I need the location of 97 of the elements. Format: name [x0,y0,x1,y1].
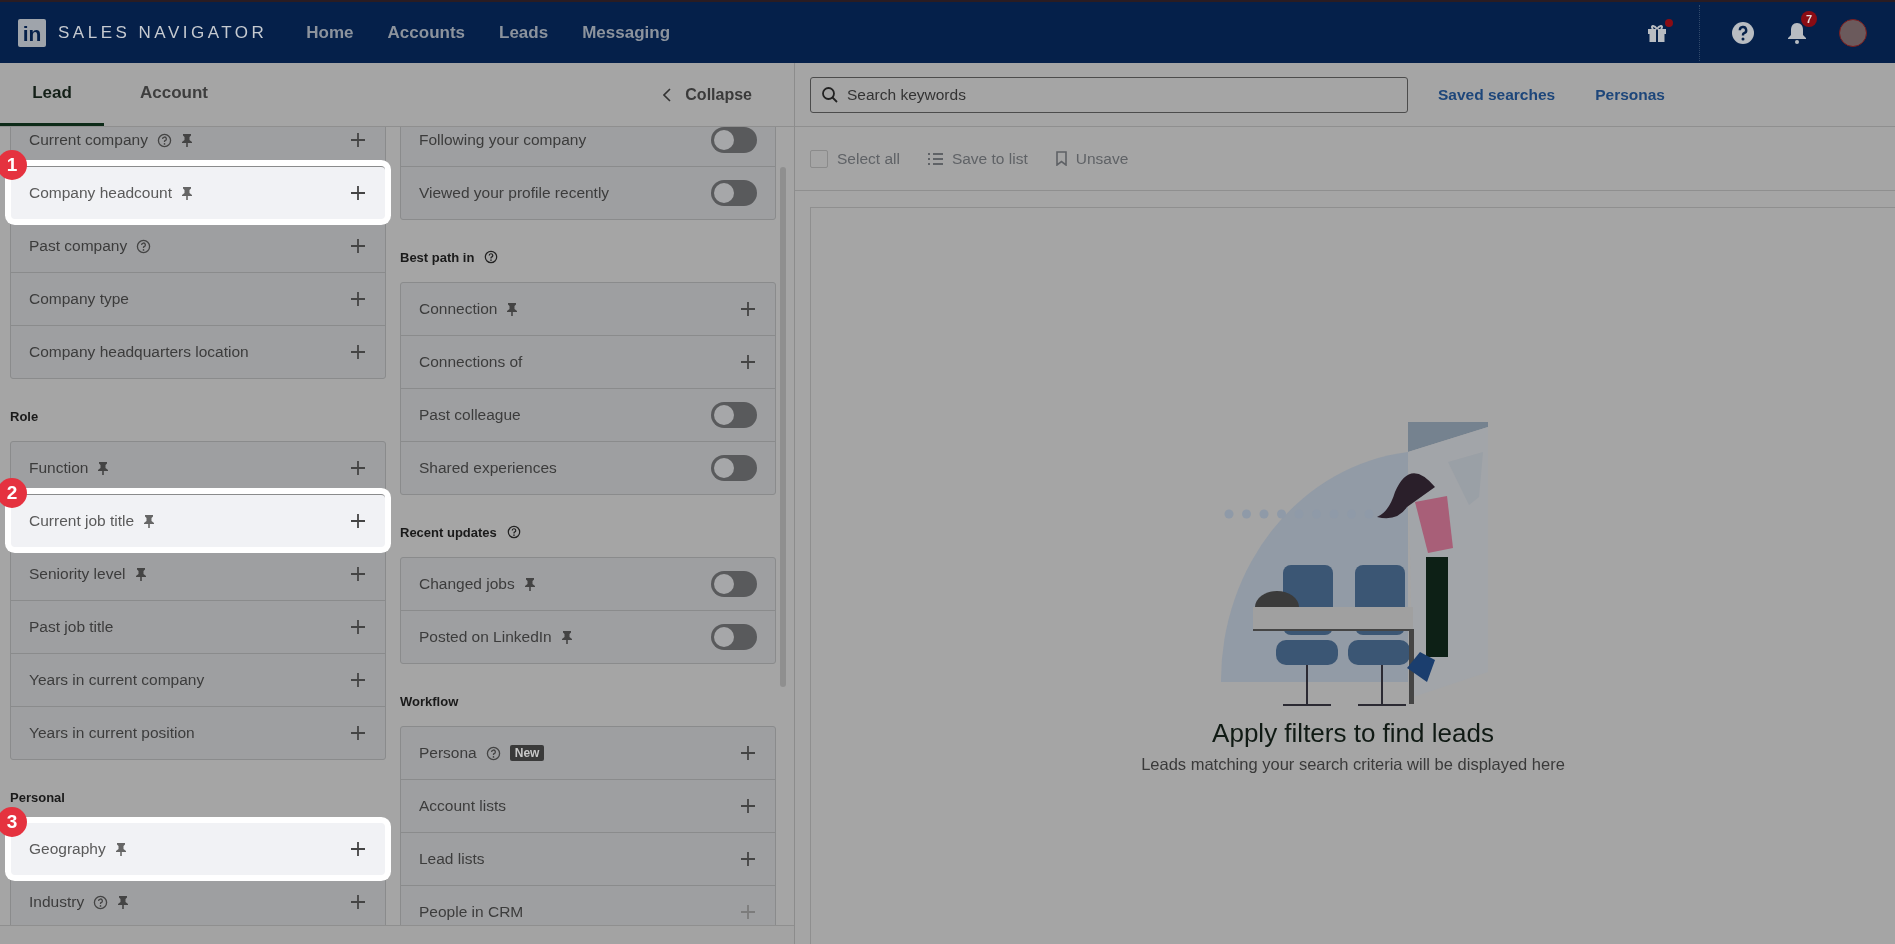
plus-button[interactable] [739,797,757,815]
step-number-badge: 3 [0,807,27,837]
filter-label: Posted on LinkedIn [419,628,552,646]
filter-label: Persona [419,744,477,762]
filter-row[interactable]: Posted on LinkedIn [401,610,775,663]
filter-row[interactable]: Connection [401,283,775,335]
section-heading: Workflow [400,693,459,709]
filter-row[interactable]: Past job title [11,600,385,653]
search-icon [821,85,839,104]
plus-button[interactable] [739,300,757,318]
plus-button[interactable] [349,565,367,583]
filter-row[interactable]: Connections of [401,335,775,388]
toggle-switch[interactable] [711,127,757,153]
filter-label: Viewed your profile recently [419,184,610,202]
nav-link[interactable]: Messaging [582,22,671,43]
filter-label: Company headquarters location [29,343,249,361]
filter-label: Past company [29,237,128,255]
plus-button[interactable] [349,512,367,530]
step-number-badge: 2 [0,478,27,508]
filter-label: Connections of [419,353,523,371]
filter-row[interactable]: Viewed your profile recently [401,166,775,219]
filter-label: Following your company [419,131,587,149]
section-heading: Recent updates [400,524,497,540]
plus-button[interactable] [739,744,757,762]
filter-label: Lead lists [419,850,485,868]
plus-button[interactable] [349,343,367,361]
filter-row[interactable]: Past colleague [401,388,775,441]
toggle-switch[interactable] [711,180,757,206]
filter-label: Years in current company [29,671,205,689]
filter-label: Current job title [29,512,135,530]
filter-tab[interactable]: Account [104,63,244,126]
filter-row[interactable]: Persona New [401,727,775,779]
checkbox [810,149,828,168]
filter-label: Seniority level [29,565,126,583]
filter-row[interactable]: Company type [11,272,385,325]
filter-label: Connection [419,300,498,318]
filter-label: Shared experiences [419,459,557,477]
plus-button[interactable] [349,184,367,202]
filter-row[interactable]: Company headquarters location [11,325,385,378]
empty-state-title: Apply filters to find leads [1212,718,1494,749]
plus-button[interactable] [739,850,757,868]
filter-label: Function [29,459,89,477]
filter-label: Years in current position [29,724,195,742]
notification-count: 7 [1801,10,1817,27]
filter-label: Changed jobs [419,575,515,593]
filter-label: Industry [29,893,85,911]
filter-label: Past job title [29,618,114,636]
filter-row[interactable]: Shared experiences [401,441,775,494]
toggle-switch[interactable] [711,402,757,428]
filter-label: Past colleague [419,406,521,424]
plus-button[interactable] [349,840,367,858]
avatar[interactable] [1839,18,1867,47]
filter-label: Account lists [419,797,506,815]
filter-label: Company headcount [29,184,173,202]
plus-button[interactable] [349,893,367,911]
list-icon [927,152,943,165]
plus-button[interactable] [349,459,367,477]
bookmark-icon [1055,151,1067,166]
plus-button[interactable] [349,724,367,742]
toggle-switch[interactable] [711,624,757,650]
filter-row[interactable]: Following your company [401,127,775,166]
filter-label: People in CRM [419,903,524,921]
filter-row[interactable]: Account lists [401,779,775,832]
step-number-badge: 1 [0,150,27,180]
plus-button[interactable] [349,131,367,149]
toggle-switch[interactable] [711,455,757,481]
logo[interactable]: in [18,18,46,47]
help-icon[interactable] [1731,20,1755,45]
filter-label: Company type [29,290,129,308]
nav-link[interactable]: Home [306,22,354,43]
filter-row[interactable]: Seniority level [11,547,385,600]
nav-link[interactable]: Accounts [387,22,466,43]
filter-row[interactable]: Lead lists [401,832,775,885]
toggle-switch[interactable] [711,571,757,597]
section-heading: Role [10,408,39,424]
nav-link[interactable]: Leads [499,22,549,43]
filter-row[interactable]: Years in current company [11,653,385,706]
collapse-button[interactable]: Collapse [657,63,758,126]
empty-state-subtitle: Leads matching your search criteria will be displayed here [1141,755,1565,774]
plus-button[interactable] [739,353,757,371]
header-link[interactable]: Saved searches [1438,85,1556,103]
brand-name: SALES NAVIGATOR [58,22,268,43]
plus-button[interactable] [349,237,367,255]
filter-label: Current company [29,131,148,149]
filter-row[interactable]: Years in current position [11,706,385,759]
section-heading: Best path in [400,249,475,265]
filter-row[interactable]: Past company [11,219,385,272]
plus-button[interactable] [349,290,367,308]
filter-row[interactable]: Changed jobs [401,558,775,610]
new-badge: New [509,745,545,761]
section-heading: Personal [10,789,65,805]
chevron-left-icon [663,87,672,102]
plus-button[interactable] [349,671,367,689]
search-field[interactable]: Search keywords [810,76,1408,113]
header-link[interactable]: Personas [1595,85,1665,103]
filter-label: Geography [29,840,106,858]
plus-button[interactable] [349,618,367,636]
